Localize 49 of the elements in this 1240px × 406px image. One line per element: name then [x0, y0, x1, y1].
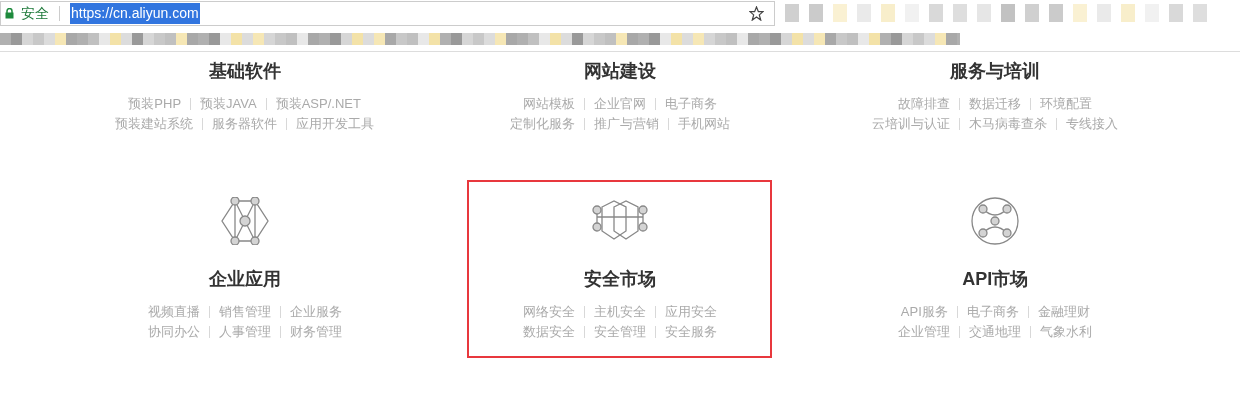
service-link[interactable]: 视频直播	[147, 302, 200, 322]
service-link[interactable]: 网络安全	[523, 302, 575, 322]
service-link[interactable]: 协同办公	[147, 322, 200, 342]
service-link[interactable]: 木马病毒查杀	[969, 114, 1048, 134]
circle-network-icon	[970, 196, 1021, 246]
service-link[interactable]: 金融理财	[1037, 302, 1090, 322]
section-title: 基础软件	[208, 60, 281, 83]
service-link[interactable]: 应用开发工具	[296, 114, 375, 134]
service-link[interactable]: 安全服务	[665, 322, 717, 342]
service-link[interactable]: 定制化服务	[510, 114, 575, 134]
address-bar[interactable]: 安全 https://cn.aliyun.com	[0, 0, 775, 26]
service-link[interactable]: 环境配置	[1040, 94, 1093, 114]
service-link[interactable]: 数据迁移	[969, 94, 1022, 114]
service-link[interactable]: 预装JAVA	[200, 94, 257, 114]
hexagon-network-icon	[219, 197, 270, 245]
service-link[interactable]: 财务管理	[289, 322, 342, 342]
service-link[interactable]: 交通地理	[969, 322, 1022, 342]
service-link[interactable]: 企业服务	[289, 302, 342, 322]
security-label: 安全	[21, 3, 49, 23]
service-link[interactable]: 企业管理	[898, 322, 951, 342]
service-link[interactable]: 主机安全	[594, 302, 646, 322]
section-title: 网站建设	[584, 60, 656, 83]
service-link[interactable]: 数据安全	[523, 322, 575, 342]
section-title: 安全市场	[584, 268, 656, 291]
section-title: 企业应用	[208, 268, 281, 291]
service-link[interactable]: 气象水利	[1040, 322, 1093, 342]
service-link[interactable]: 企业官网	[594, 94, 646, 114]
service-link[interactable]: 安全管理	[594, 322, 646, 342]
service-link[interactable]: 人事管理	[218, 322, 271, 342]
service-link[interactable]: 预装建站系统	[115, 114, 194, 134]
section-title: 服务与培训	[950, 60, 1041, 83]
service-link[interactable]: 云培训与认证	[872, 114, 951, 134]
service-link[interactable]: 电子商务	[966, 302, 1019, 322]
service-link[interactable]: 故障排查	[898, 94, 951, 114]
service-link[interactable]: 手机网站	[678, 114, 730, 134]
service-link[interactable]: 应用安全	[665, 302, 717, 322]
service-link[interactable]: 电子商务	[665, 94, 717, 114]
service-link[interactable]: 网站模板	[523, 94, 575, 114]
service-link[interactable]: 专线接入	[1066, 114, 1119, 134]
service-link[interactable]: 预装PHP	[128, 94, 182, 114]
lock-icon	[5, 7, 14, 19]
service-link[interactable]: 服务器软件	[212, 114, 278, 134]
service-link[interactable]: 销售管理	[218, 302, 271, 322]
service-link[interactable]: 推广与营销	[594, 114, 659, 134]
service-link[interactable]: API服务	[900, 302, 948, 322]
bookmark-star-icon[interactable]	[749, 5, 764, 21]
url-text[interactable]: https://cn.aliyun.com	[70, 2, 200, 24]
service-link[interactable]: 预装ASP/.NET	[275, 94, 361, 114]
section-title: API市场	[962, 268, 1029, 291]
